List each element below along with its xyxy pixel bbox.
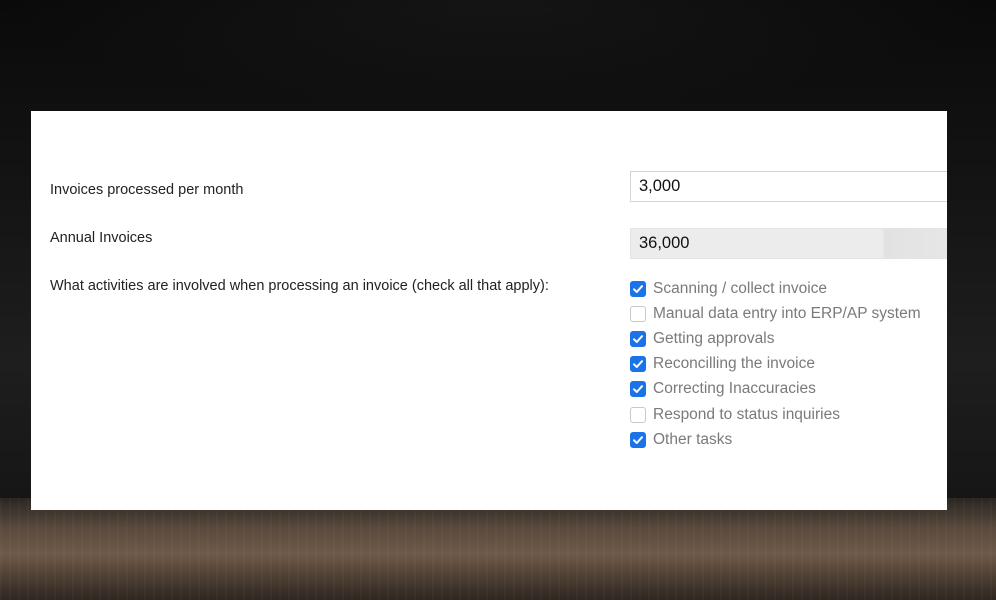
checkbox[interactable] [630, 330, 646, 347]
activity-option-scanning[interactable]: Scanning / collect invoice [630, 276, 947, 301]
background-wood-floor [0, 498, 996, 600]
checkbox[interactable] [630, 356, 646, 373]
activity-option-status-inquiries[interactable]: Respond to status inquiries [630, 402, 947, 427]
activity-option-label: Respond to status inquiries [653, 405, 840, 423]
activity-option-reconciling[interactable]: Reconcilling the invoice [630, 352, 947, 377]
checkbox[interactable] [630, 431, 646, 448]
activity-option-manual-data-entry[interactable]: Manual data entry into ERP/AP system [630, 301, 947, 326]
activity-option-getting-approvals[interactable]: Getting approvals [630, 326, 947, 351]
activity-option-label: Getting approvals [653, 329, 775, 347]
checkmark-icon [633, 284, 643, 293]
activity-option-label: Correcting Inaccuracies [653, 380, 816, 398]
annual-invoices-label: Annual Invoices [50, 230, 153, 246]
background-wall [0, 0, 996, 110]
checkbox[interactable] [630, 305, 646, 322]
activity-option-correcting[interactable]: Correcting Inaccuracies [630, 377, 947, 402]
activities-checklist: Scanning / collect invoice Manual data e… [630, 276, 947, 452]
invoices-per-month-input[interactable] [630, 171, 947, 202]
activity-option-label: Scanning / collect invoice [653, 279, 828, 297]
activities-question-label: What activities are involved when proces… [50, 278, 549, 294]
checkbox[interactable] [630, 381, 646, 398]
invoice-calculator-form: Invoices processed per month Annual Invo… [31, 111, 947, 510]
checkmark-icon [633, 360, 643, 369]
checkmark-icon [633, 335, 643, 343]
activity-option-label: Reconcilling the invoice [653, 355, 815, 373]
checkbox[interactable] [630, 280, 646, 297]
activity-option-other-tasks[interactable]: Other tasks [630, 427, 947, 452]
checkmark-icon [633, 435, 643, 444]
activity-option-label: Other tasks [653, 430, 733, 448]
checkmark-icon [633, 385, 643, 394]
checkbox[interactable] [630, 406, 646, 423]
annual-invoices-field: 36,000 [630, 228, 947, 259]
invoices-per-month-label: Invoices processed per month [50, 182, 244, 198]
activity-option-label: Manual data entry into ERP/AP system [653, 304, 921, 322]
